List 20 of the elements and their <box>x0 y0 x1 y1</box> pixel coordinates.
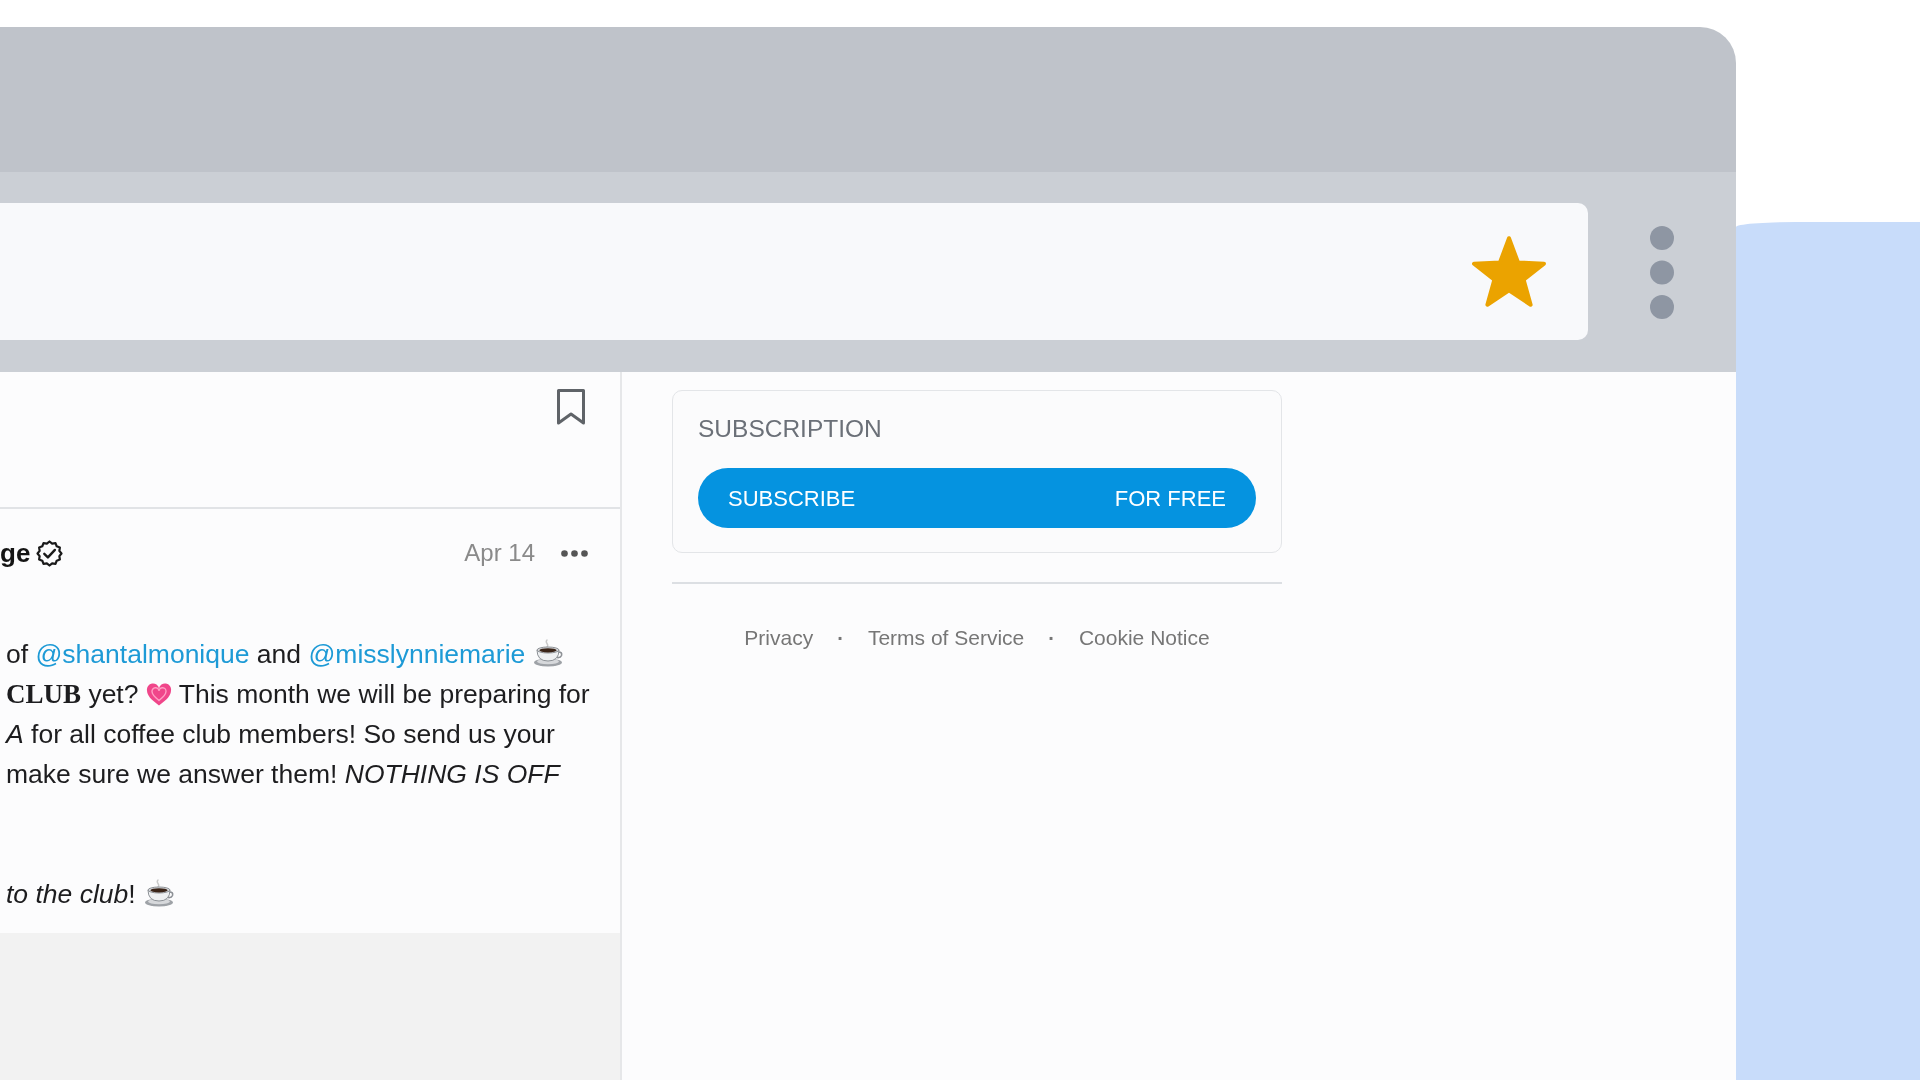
coffee-cup-icon <box>533 639 564 667</box>
coffee-cup-icon <box>143 879 174 907</box>
author-name: ge <box>0 537 31 570</box>
menu-icon[interactable] <box>1650 225 1674 319</box>
mention-link[interactable]: @misslynniemarie <box>308 639 526 669</box>
heart-icon <box>145 683 172 707</box>
more-options-icon[interactable] <box>561 549 588 557</box>
footer-link[interactable]: Privacy <box>744 624 814 652</box>
section-title: SUBSCRIPTION <box>698 414 883 444</box>
post-date: Apr 14 <box>464 538 535 568</box>
separator: · <box>837 626 844 651</box>
mention-link[interactable]: @shantalmonique <box>35 639 250 669</box>
bookmark-icon[interactable] <box>556 388 586 426</box>
footer-link[interactable]: Cookie Notice <box>1078 624 1210 652</box>
post-text: to the club! <box>0 874 620 914</box>
separator: · <box>1048 626 1055 651</box>
star-icon[interactable] <box>1472 236 1546 307</box>
footer-link[interactable]: Terms of Service <box>867 624 1025 652</box>
post-text: of @shantalmonique and @misslynniemarie CLUB yet? This month we will be preparing for A for all coffee club members! So send us your make sure we answer them! NOTHING IS OFF <box>4 638 591 791</box>
subscribe-button[interactable]: SUBSCRIBE FOR FREE <box>698 468 1256 528</box>
